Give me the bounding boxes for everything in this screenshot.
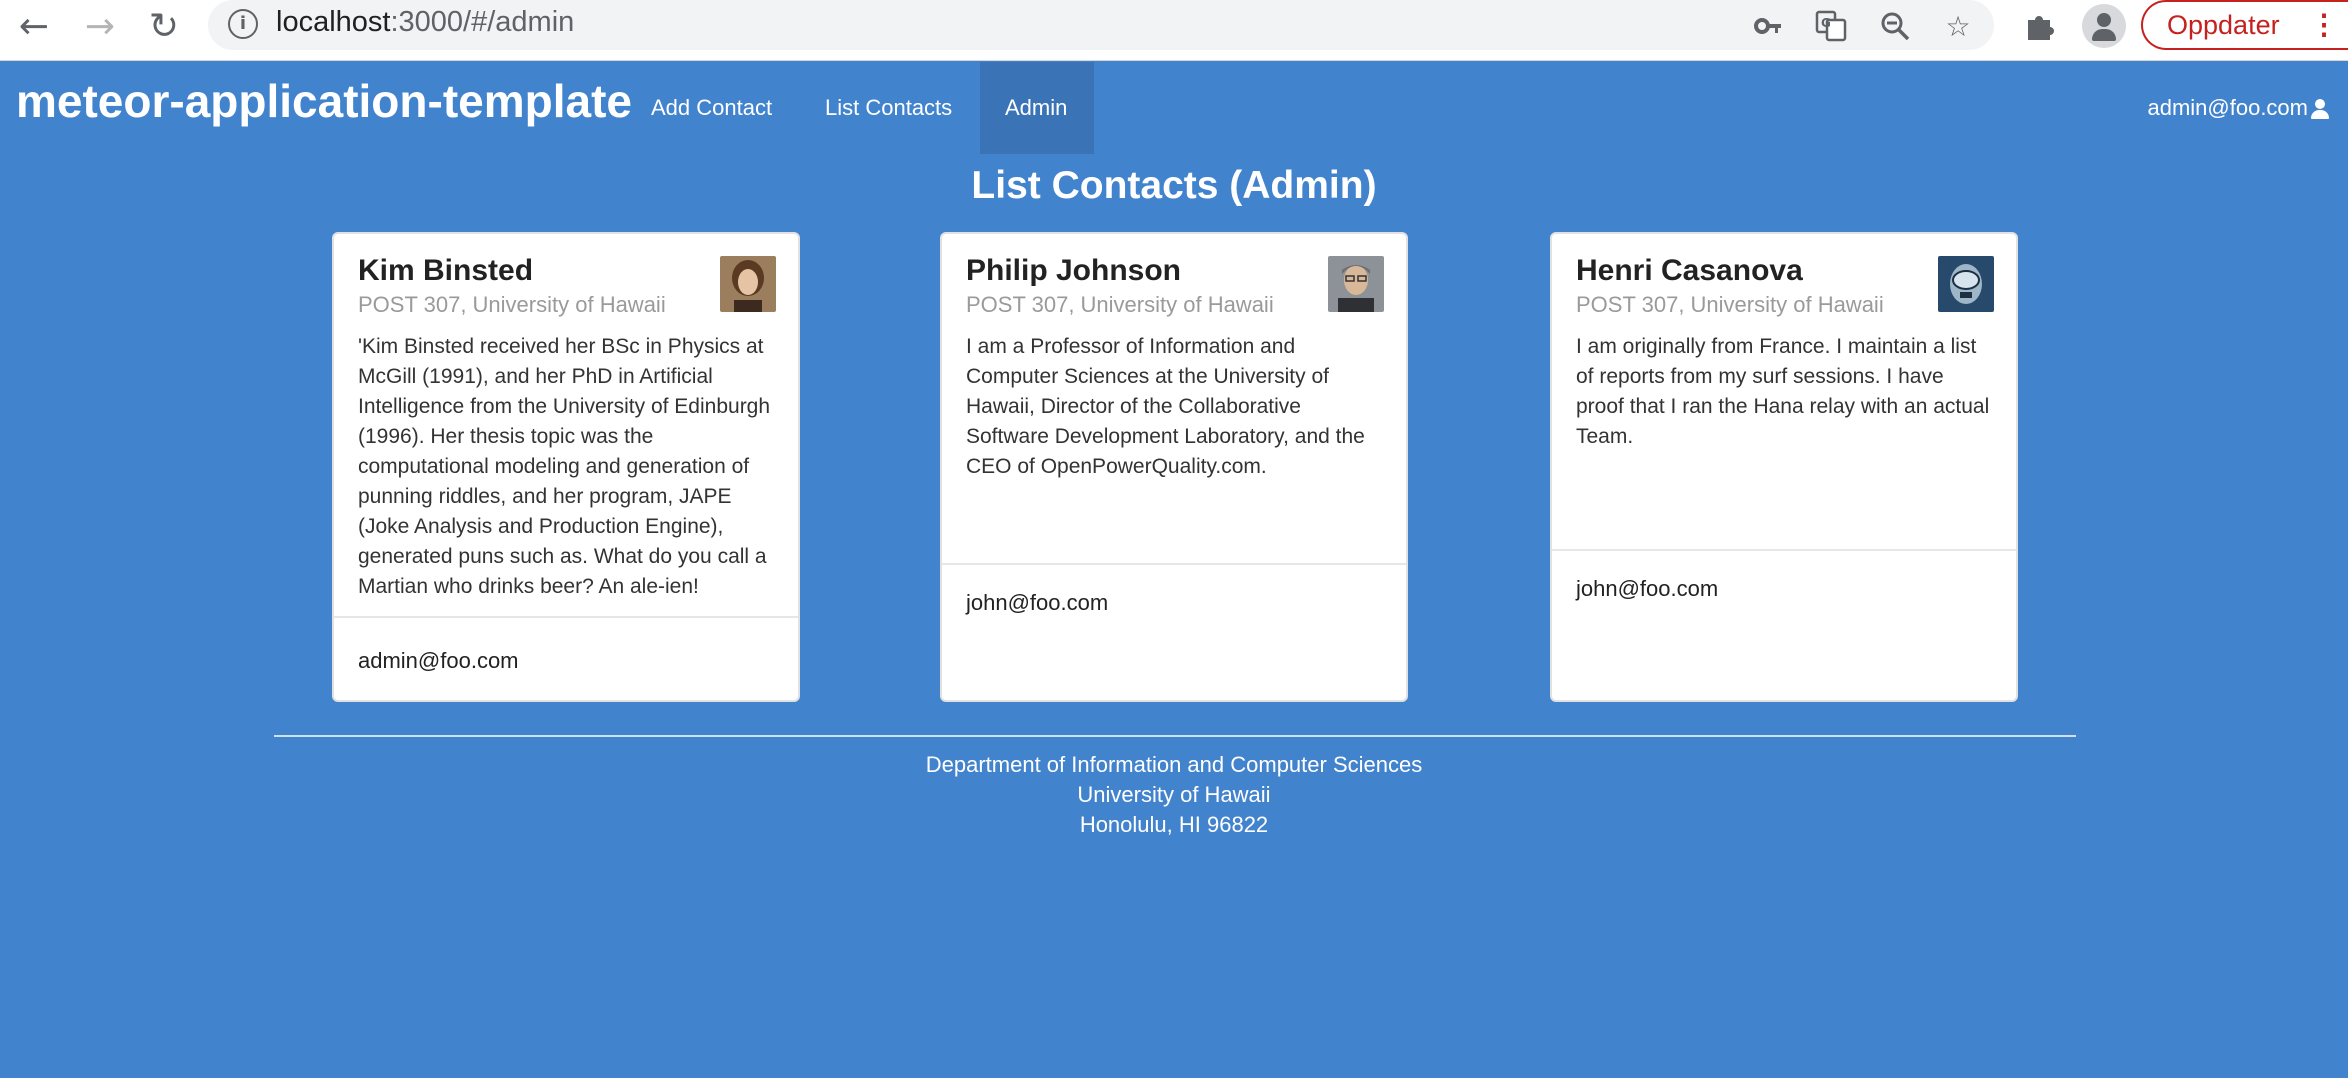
browser-toolbar: ← → ↻ i localhost:3000/#/admin G ☆ Oppda… [0, 0, 2348, 61]
profile-icon[interactable] [2082, 4, 2126, 48]
contact-name: Philip Johnson [966, 254, 1181, 287]
contact-owner: john@foo.com [966, 590, 1109, 615]
menu-icon[interactable]: ⋮ [2310, 2, 2338, 48]
footer-department: Department of Information and Computer S… [925, 752, 1423, 777]
svg-text:G: G [1821, 16, 1831, 30]
footer-divider [274, 735, 2076, 737]
contact-name: Kim Binsted [358, 254, 534, 287]
translate-icon[interactable]: G [1811, 6, 1851, 46]
contact-address: POST 307, University of Hawaii [358, 292, 666, 317]
footer: Department of Information and Computer S… [0, 750, 2348, 840]
user-menu[interactable]: admin@foo.com [2147, 62, 2330, 154]
contact-name: Henri Casanova [1576, 254, 1803, 287]
card-divider [942, 563, 1406, 565]
back-icon[interactable]: ← [12, 4, 56, 48]
brand-title[interactable]: meteor-application-template [16, 74, 632, 128]
card-divider [334, 616, 798, 618]
reload-icon[interactable]: ↻ [142, 4, 186, 48]
contact-avatar [1328, 256, 1384, 312]
contact-address: POST 307, University of Hawaii [966, 292, 1274, 317]
contact-avatar [1938, 256, 1994, 312]
contact-owner: admin@foo.com [358, 648, 519, 673]
address-bar[interactable]: i localhost:3000/#/admin G ☆ [208, 0, 1994, 50]
contact-address: POST 307, University of Hawaii [1576, 292, 1884, 317]
url-text[interactable]: localhost:3000/#/admin [276, 6, 574, 39]
contact-owner: john@foo.com [1576, 576, 1719, 601]
key-icon[interactable] [1748, 6, 1788, 46]
contact-description: 'Kim Binsted received her BSc in Physics… [358, 335, 771, 598]
nav-list-contacts[interactable]: List Contacts [800, 62, 977, 154]
contact-avatar [720, 256, 776, 312]
nav-add-contact[interactable]: Add Contact [626, 62, 797, 154]
url-path: :3000/#/admin [390, 6, 575, 38]
info-icon[interactable]: i [228, 9, 258, 39]
app-navbar: meteor-application-template Add Contact … [0, 62, 2348, 154]
star-icon[interactable]: ☆ [1938, 6, 1978, 46]
contact-card: Henri Casanova POST 307, University of H… [1550, 232, 2018, 702]
zoom-out-icon[interactable] [1875, 6, 1915, 46]
footer-address: Honolulu, HI 96822 [1079, 812, 1269, 837]
contact-description: I am originally from France. I maintain … [1576, 335, 1990, 448]
update-label: Oppdater [2167, 10, 2280, 40]
card-divider [1552, 549, 2016, 551]
page-title: List Contacts (Admin) [971, 164, 1377, 207]
contact-description: I am a Professor of Information and Comp… [966, 335, 1365, 478]
url-host: localhost [276, 6, 391, 38]
footer-university: University of Hawaii [1077, 782, 1271, 807]
forward-icon[interactable]: → [78, 4, 122, 48]
nav-admin[interactable]: Admin [980, 62, 1094, 154]
user-icon [2310, 99, 2330, 120]
contact-card: Kim Binsted POST 307, University of Hawa… [332, 232, 800, 702]
user-email: admin@foo.com [2147, 95, 2308, 120]
update-button[interactable]: Oppdater ⋮ [2141, 0, 2348, 50]
contact-card: Philip Johnson POST 307, University of H… [940, 232, 1408, 702]
extensions-icon[interactable] [2018, 4, 2062, 48]
